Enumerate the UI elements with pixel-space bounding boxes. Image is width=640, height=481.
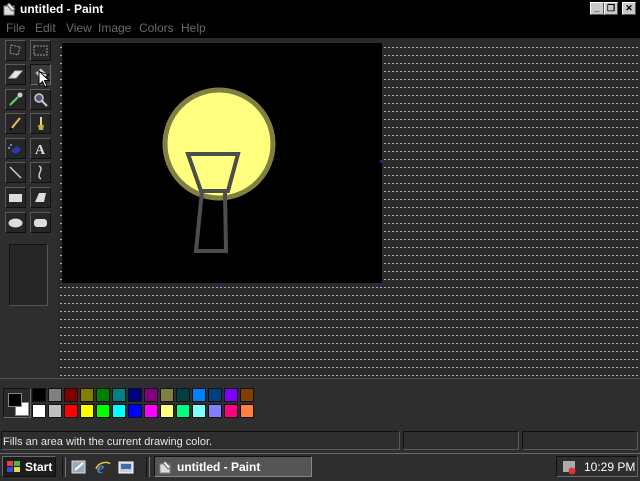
drawing-image	[162, 87, 276, 253]
curve-tool[interactable]	[30, 162, 51, 183]
palette-swatch[interactable]	[208, 388, 222, 402]
foreground-color	[8, 393, 22, 407]
maximize-button[interactable]: ❐	[604, 2, 618, 15]
rounded-rectangle-tool[interactable]	[30, 212, 51, 233]
palette-swatch[interactable]	[96, 388, 110, 402]
status-coordinates-panel	[403, 431, 519, 450]
mouse-pointer-icon	[38, 70, 50, 88]
palette-swatch[interactable]	[112, 404, 126, 418]
palette-swatch[interactable]	[128, 388, 142, 402]
drawing-canvas[interactable]	[62, 43, 382, 283]
svg-text:A: A	[35, 143, 46, 158]
menu-edit[interactable]: Edit	[35, 21, 56, 35]
palette-swatch[interactable]	[224, 388, 238, 402]
free-select-icon	[9, 44, 21, 56]
rounded-rectangle-icon	[34, 219, 47, 227]
rectangle-tool[interactable]	[5, 187, 26, 208]
windows-logo-icon	[7, 461, 20, 472]
palette-swatch[interactable]	[192, 388, 206, 402]
paint-app-icon[interactable]	[3, 2, 17, 16]
brush-icon	[38, 117, 44, 130]
magnifier-icon	[34, 93, 48, 107]
pick-color-tool[interactable]	[5, 89, 26, 110]
text-icon: A	[35, 143, 46, 158]
palette-swatch[interactable]	[48, 404, 62, 418]
palette-swatch[interactable]	[128, 404, 142, 418]
window-title: untitled - Paint	[20, 2, 104, 16]
eyedropper-icon	[9, 92, 23, 106]
palette-swatch[interactable]	[64, 404, 78, 418]
palette-swatch[interactable]	[112, 388, 126, 402]
bulb-glass	[162, 87, 276, 201]
select-tool[interactable]	[30, 40, 51, 61]
paint-app-icon	[159, 460, 172, 474]
eraser-icon	[7, 70, 24, 79]
palette-swatch[interactable]	[176, 404, 190, 418]
ellipse-icon	[8, 218, 23, 228]
taskbar-paint-label: untitled - Paint	[177, 460, 261, 474]
rect-select-icon	[33, 45, 48, 56]
internet-explorer-icon[interactable]: e	[94, 458, 112, 476]
magnifier-tool[interactable]	[30, 89, 51, 110]
menu-file[interactable]: File	[6, 21, 25, 35]
brush-tool[interactable]	[30, 113, 51, 134]
palette-swatch[interactable]	[224, 404, 238, 418]
palette-swatch[interactable]	[160, 404, 174, 418]
desktop-icon[interactable]	[70, 458, 88, 476]
menu-colors[interactable]: Colors	[139, 21, 174, 35]
pencil-tool[interactable]	[5, 113, 26, 134]
clock[interactable]: 10:29 PM	[584, 460, 635, 474]
minimize-button[interactable]: _	[590, 2, 604, 15]
palette-swatch[interactable]	[80, 404, 94, 418]
palette-swatch[interactable]	[144, 388, 158, 402]
start-label: Start	[25, 460, 53, 474]
taskbar-separator	[62, 457, 66, 477]
taskbar-paint-button[interactable]: untitled - Paint	[154, 456, 312, 477]
palette-swatch[interactable]	[240, 404, 254, 418]
tool-options-box[interactable]	[9, 244, 48, 306]
palette-swatch[interactable]	[144, 404, 158, 418]
palette-swatch[interactable]	[32, 404, 46, 418]
airbrush-icon	[8, 144, 21, 154]
eraser-tool[interactable]	[5, 64, 26, 85]
text-tool[interactable]: A	[30, 138, 51, 159]
polygon-icon	[35, 193, 46, 202]
taskbar-separator	[146, 457, 150, 477]
menu-bar	[0, 18, 640, 38]
line-tool[interactable]	[5, 162, 26, 183]
palette-swatch[interactable]	[64, 388, 78, 402]
airbrush-tool[interactable]	[5, 138, 26, 159]
menu-view[interactable]: View	[66, 21, 92, 35]
palette-swatch[interactable]	[208, 404, 222, 418]
palette-swatch[interactable]	[96, 404, 110, 418]
palette-swatch[interactable]	[192, 404, 206, 418]
free-form-select-tool[interactable]	[5, 40, 26, 61]
menu-image[interactable]: Image	[98, 21, 131, 35]
palette-swatch[interactable]	[160, 388, 174, 402]
canvas-resize-handle-corner[interactable]	[380, 283, 383, 286]
line-icon	[9, 166, 22, 179]
canvas-resize-handle-bottom[interactable]	[220, 283, 223, 286]
canvas-resize-handle-right[interactable]	[380, 160, 383, 163]
ellipse-tool[interactable]	[5, 212, 26, 233]
palette-swatch[interactable]	[48, 388, 62, 402]
palette-swatch[interactable]	[32, 388, 46, 402]
palette-swatch[interactable]	[240, 388, 254, 402]
start-button[interactable]: Start	[2, 456, 56, 477]
curve-icon	[38, 165, 42, 180]
current-colors-indicator[interactable]	[3, 388, 31, 418]
polygon-tool[interactable]	[30, 187, 51, 208]
palette-swatch[interactable]	[80, 388, 94, 402]
status-size-panel	[522, 431, 638, 450]
palette-swatch[interactable]	[176, 388, 190, 402]
menu-help[interactable]: Help	[181, 21, 206, 35]
channels-icon[interactable]	[117, 458, 135, 476]
rectangle-icon	[9, 194, 22, 202]
status-text: Fills an area with the current drawing c…	[3, 436, 213, 448]
pencil-icon	[9, 117, 21, 131]
close-button[interactable]: ✕	[622, 2, 636, 15]
volume-tray-icon[interactable]	[560, 458, 578, 476]
